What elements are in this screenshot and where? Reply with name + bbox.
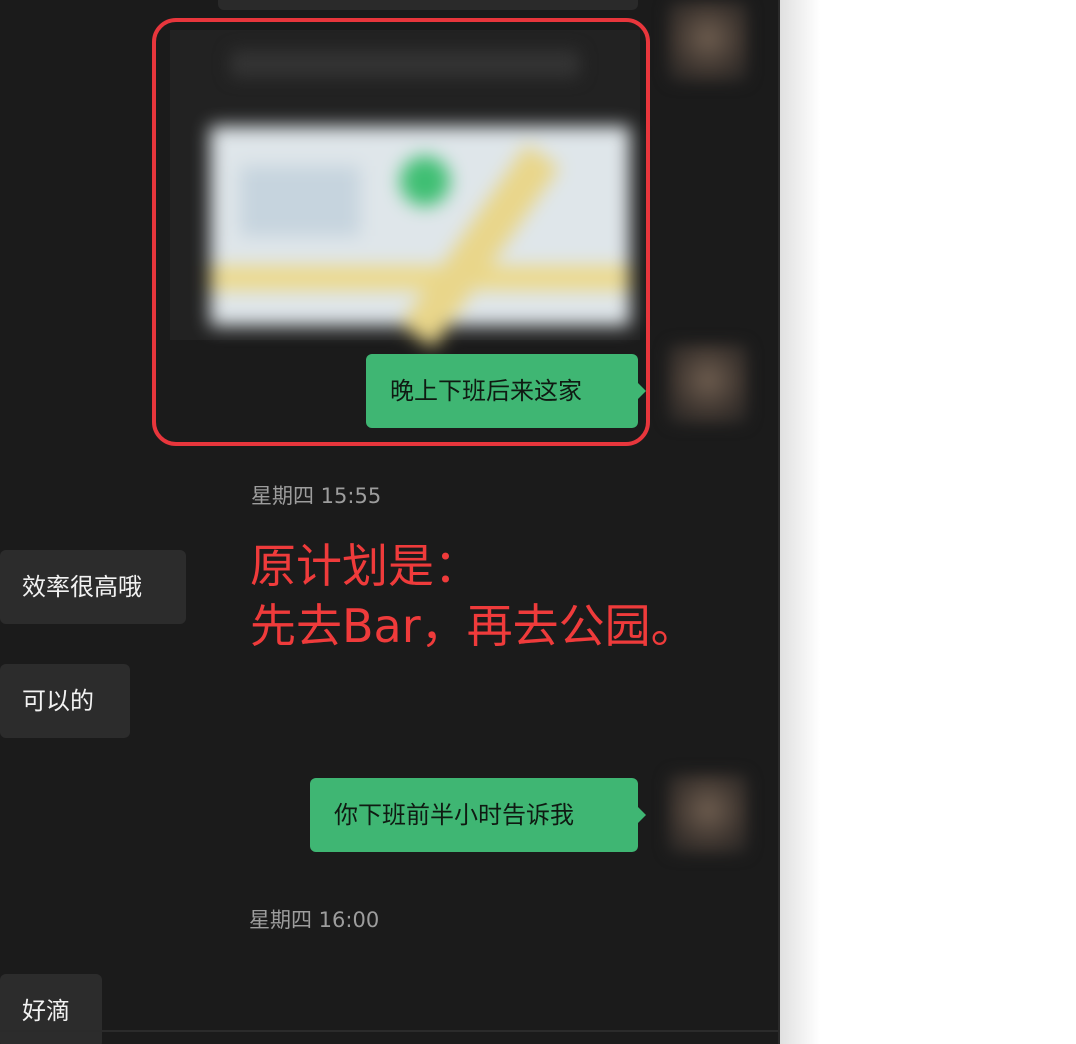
sent-message[interactable]: 你下班前半小时告诉我 xyxy=(310,778,646,852)
message-text: 好滴 xyxy=(22,997,70,1025)
timestamp: 星期四 16:00 xyxy=(249,908,380,932)
received-message[interactable]: 好滴 xyxy=(0,974,102,1044)
highlight-box xyxy=(152,18,650,446)
message-text: 可以的 xyxy=(22,687,94,715)
received-message[interactable]: 可以的 xyxy=(0,664,130,738)
message-text: 效率很高哦 xyxy=(22,573,142,601)
timestamp: 星期四 15:55 xyxy=(251,484,382,508)
top-message-edge xyxy=(218,0,638,10)
message-text: 你下班前半小时告诉我 xyxy=(334,801,574,829)
annotation-line-1: 原计划是： xyxy=(250,539,480,593)
divider xyxy=(0,1030,778,1032)
self-avatar[interactable] xyxy=(668,344,748,424)
annotation-line-2: 先去Bar，再去公园。 xyxy=(250,599,697,653)
self-avatar[interactable] xyxy=(668,774,748,854)
chat-panel: 晚上下班后来这家 星期四 15:55 效率很高哦 可以的 你下班前半小时告诉我 … xyxy=(0,0,780,1044)
self-avatar[interactable] xyxy=(668,2,748,82)
panel-shadow xyxy=(780,0,820,1044)
received-message[interactable]: 效率很高哦 xyxy=(0,550,186,624)
annotation-text: 原计划是： 先去Bar，再去公园。 xyxy=(250,536,697,656)
